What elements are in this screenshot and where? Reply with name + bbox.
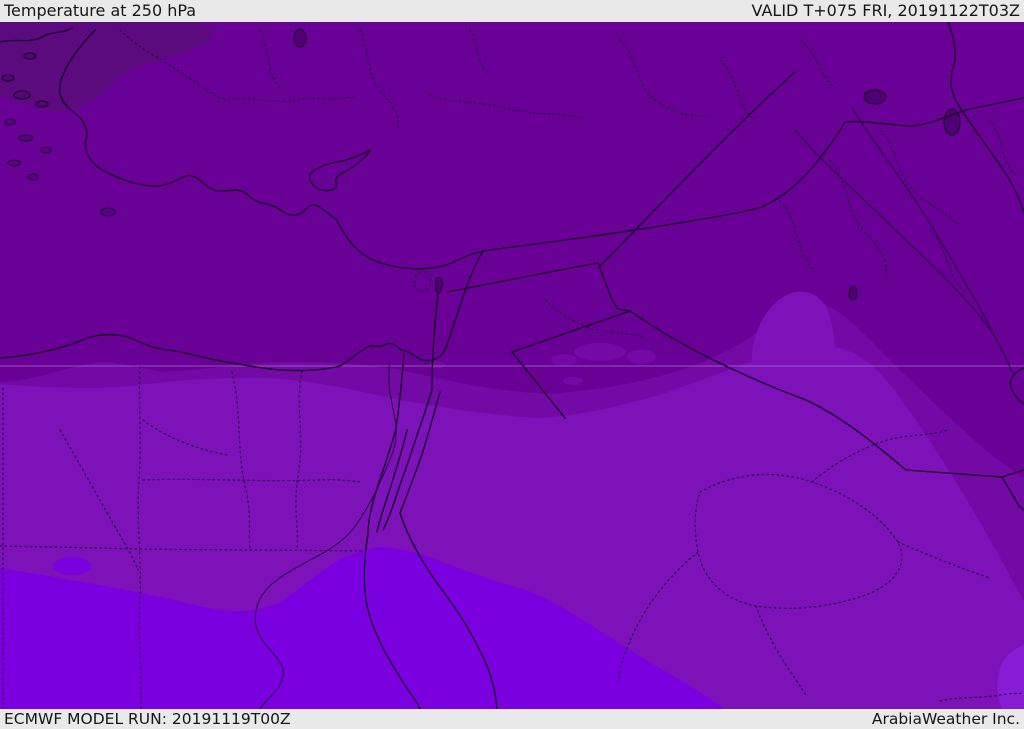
- rhodes-island: [100, 207, 116, 217]
- lake-tuz: [293, 28, 307, 48]
- cold-blob: [563, 377, 583, 385]
- map-canvas: [0, 22, 1024, 709]
- aegean-island: [1, 74, 15, 82]
- temperature-map-svg: [0, 22, 1024, 709]
- map-title: Temperature at 250 hPa: [4, 1, 197, 20]
- model-run-label: ECMWF MODEL RUN: 20191119T00Z: [4, 710, 291, 728]
- credit-label: ArabiaWeather Inc.: [871, 710, 1020, 728]
- aegean-island: [40, 146, 52, 154]
- cold-blob: [551, 354, 577, 366]
- aegean-island: [4, 118, 16, 126]
- cold-blob: [626, 350, 656, 364]
- aegean-island: [13, 90, 31, 100]
- weather-map-app: Temperature at 250 hPa VALID T+075 FRI, …: [0, 0, 1024, 729]
- marmara-island: [23, 52, 37, 60]
- aegean-island: [7, 159, 21, 167]
- band-warm-blob: [53, 557, 91, 575]
- valid-time-label: VALID T+075 FRI, 20191122T03Z: [751, 1, 1020, 20]
- top-title-bar: Temperature at 250 hPa VALID T+075 FRI, …: [0, 0, 1024, 22]
- lake-van: [863, 89, 887, 105]
- lake-tharthar: [848, 285, 858, 301]
- cold-blob: [574, 343, 626, 361]
- cold-blob: [429, 361, 445, 369]
- aegean-island: [27, 173, 39, 181]
- lake-urmia: [943, 108, 961, 136]
- bottom-status-bar: ECMWF MODEL RUN: 20191119T00Z ArabiaWeat…: [0, 709, 1024, 729]
- aegean-island: [35, 100, 49, 108]
- aegean-island: [18, 134, 34, 142]
- dead-sea: [434, 277, 443, 294]
